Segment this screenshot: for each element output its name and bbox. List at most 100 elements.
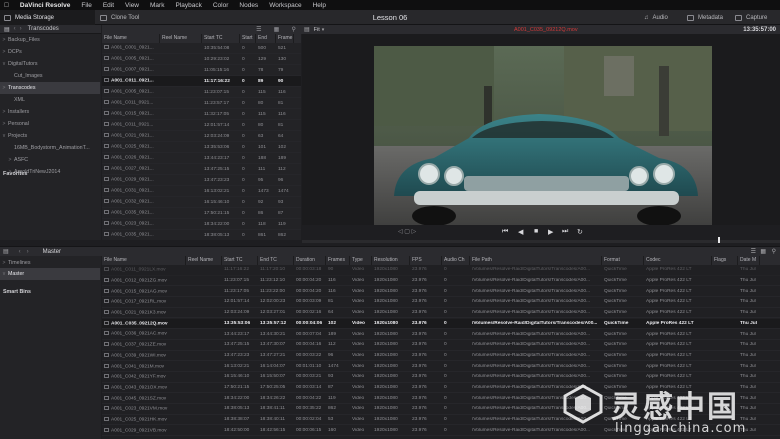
column-header[interactable]: End (256, 34, 276, 43)
menu-help[interactable]: Help (313, 2, 326, 9)
expand-arrow-icon[interactable]: > (0, 109, 8, 115)
table-row[interactable]: A001_C037_0921ZE.mov 13:47:25:15 13:47:30:… (102, 340, 780, 351)
table-row[interactable]: A001_C023_0921... 18:34:22:00 0 118 119 (102, 219, 301, 230)
column-header[interactable]: Flags (712, 256, 738, 265)
pool-toggle-icon[interactable]: ▤ (3, 248, 9, 255)
storage-tree-item[interactable]: > Backup_Files (0, 34, 100, 46)
column-header[interactable]: Codec (644, 256, 712, 265)
scrubber-bar[interactable] (302, 237, 780, 243)
app-menu[interactable]: DaVinci Resolve (20, 2, 70, 9)
menu-file[interactable]: File (81, 2, 91, 9)
search-icon[interactable]: ⚲ (291, 26, 295, 33)
column-header[interactable]: End TC (258, 256, 294, 265)
expand-arrow-icon[interactable]: > (0, 49, 8, 55)
table-row[interactable]: A001_C011_0921... 12:01:57:14 0 80 81 (102, 120, 301, 131)
table-row[interactable]: A001_C021_0921K3.mov 12:03:24:09 12:03:27:… (102, 308, 780, 319)
column-header[interactable]: Start TC (202, 34, 240, 43)
menu-workspace[interactable]: Workspace (269, 2, 301, 9)
menu-view[interactable]: View (125, 2, 139, 9)
column-header[interactable]: Reel Name (160, 34, 202, 43)
clone-tool-button[interactable]: Clone Tool (100, 10, 139, 25)
column-header[interactable]: Audio Ch (442, 256, 470, 265)
pool-forward-icon[interactable]: › (27, 249, 29, 255)
column-header[interactable]: File Name (102, 256, 186, 265)
table-row[interactable]: A001_C039_0921WI.mov 13:47:23:23 13:47:27:… (102, 351, 780, 362)
table-row[interactable]: A001_C007_0921... 11:05:15:16 0 78 79 (102, 65, 301, 76)
table-row[interactable]: A001_C017_0921RL.mov 12:01:57:14 12:02:00:… (102, 297, 780, 308)
storage-tree-item[interactable]: > Personal (0, 118, 100, 130)
apple-logo-icon[interactable]:  (4, 2, 9, 9)
menu-mark[interactable]: Mark (150, 2, 164, 9)
table-row[interactable]: A001_C015_0921AG.mov 11:23:17:05 11:23:22:… (102, 286, 780, 298)
skip-to-end-icon[interactable]: ⏭ (562, 228, 568, 236)
table-row[interactable]: A001_C011_0921... 11:23:57:17 0 80 81 (102, 98, 301, 109)
table-row[interactable]: A001_C031_0921... 16:13:02:21 0 1473 1474 (102, 186, 301, 197)
table-row[interactable]: A001_C029_0921... 13:47:23:23 0 95 96 (102, 175, 301, 186)
column-header[interactable]: Frames (326, 256, 350, 265)
storage-tree-item[interactable]: Cut_Images (0, 70, 100, 82)
storage-tree-item[interactable]: v DigitalTutors (0, 58, 100, 70)
pool-search-icon[interactable]: ⚲ (772, 248, 776, 255)
storage-tree-item[interactable]: > Transcodes (0, 82, 100, 94)
table-row[interactable]: A001_C036_0921AC.mov 13:44:23:17 13:44:30:… (102, 329, 780, 340)
column-header[interactable]: Format (602, 256, 644, 265)
table-row[interactable]: A001_C041_0921M.mov 16:13:02:21 16:14:04:0… (102, 361, 780, 372)
storage-tree-item[interactable]: v Projects (0, 130, 100, 142)
table-row[interactable]: A001_C035_0921... 17:50:21:15 0 86 87 (102, 208, 301, 219)
table-row[interactable]: A001_C025_0921... 13:35:53:06 0 101 102 (102, 142, 301, 153)
storage-tree-item[interactable]: 16MB_Bodystorm_AnimationT... (0, 142, 100, 154)
storage-tree-item[interactable]: > Installers (0, 106, 100, 118)
menu-edit[interactable]: Edit (103, 2, 114, 9)
fit-chevron-icon[interactable]: ▾ (322, 27, 325, 33)
skip-to-start-icon[interactable]: ⏮ (502, 228, 508, 236)
column-header[interactable]: Frame (276, 34, 294, 43)
expand-arrow-icon[interactable]: > (0, 85, 8, 91)
stop-icon[interactable]: ■ (534, 228, 538, 235)
column-header[interactable]: Resolution (372, 256, 410, 265)
table-row[interactable]: A001_C026_0921... 13:44:23:17 0 188 189 (102, 153, 301, 164)
play-icon[interactable]: ▶ (548, 228, 553, 236)
menu-playback[interactable]: Playback (175, 2, 201, 9)
jog-frame-icon[interactable]: ◁ ▢ ▷ (398, 228, 416, 235)
reverse-play-icon[interactable]: ◀ (518, 228, 523, 236)
list-view-icon[interactable]: ☰ (256, 26, 261, 33)
expand-arrow-icon[interactable]: > (6, 157, 14, 163)
column-header[interactable]: Start TC (222, 256, 258, 265)
column-header[interactable]: Duration (294, 256, 326, 265)
expand-arrow-icon[interactable]: v (0, 271, 8, 277)
back-arrow-icon[interactable]: ‹ (14, 26, 16, 32)
sidebar-item-master[interactable]: v Master (0, 268, 100, 280)
viewer-toggle-icon[interactable]: ▤ (304, 26, 310, 33)
table-row[interactable]: A001_C005_0921... 10:29:23:02 0 129 130 (102, 54, 301, 65)
table-row[interactable]: A001_C027_0921... 13:47:25:15 0 111 112 (102, 164, 301, 175)
column-header[interactable]: Type (350, 256, 372, 265)
expand-arrow-icon[interactable]: > (0, 260, 8, 266)
metadata-button[interactable]: Metadata (687, 10, 723, 25)
table-row[interactable]: A001_C015_0921... 11:32:17:05 0 115 116 (102, 109, 301, 120)
table-row[interactable]: A001_C035_0921... 18:38:05:13 0 861 862 (102, 230, 301, 240)
column-header[interactable]: File Path (470, 256, 602, 265)
menu-color[interactable]: Color (213, 2, 229, 9)
expand-arrow-icon[interactable]: > (0, 121, 8, 127)
audio-button[interactable]: ♫ Audio (644, 10, 668, 25)
forward-arrow-icon[interactable]: › (20, 26, 22, 32)
table-row[interactable]: A001_C005_0921... 11:23:07:15 0 115 116 (102, 87, 301, 98)
expand-arrow-icon[interactable]: v (0, 133, 8, 139)
menu-nodes[interactable]: Nodes (239, 2, 258, 9)
loop-icon[interactable]: ↻ (577, 228, 583, 236)
storage-tree-item[interactable]: > DCPs (0, 46, 100, 58)
panel-toggle-icon[interactable]: ▤ (4, 26, 10, 33)
fit-dropdown[interactable]: Fit (314, 27, 320, 33)
expand-arrow-icon[interactable]: v (0, 61, 8, 67)
table-row[interactable]: A001_C012_0921ZG.mov 11:23:07:15 11:23:12:… (102, 276, 780, 287)
storage-tree-item[interactable]: XML (0, 94, 100, 106)
grid-view-icon[interactable]: ▦ (274, 26, 280, 33)
table-row[interactable]: A001_C011_0921... 11:17:16:22 0 89 90 (102, 76, 301, 87)
capture-button[interactable]: Capture (735, 10, 767, 25)
expand-arrow-icon[interactable]: > (0, 37, 8, 43)
table-row[interactable]: A001_C032_0921... 16:15:46:10 0 92 93 (102, 197, 301, 208)
column-header[interactable]: Start (240, 34, 256, 43)
column-header[interactable]: Date M (738, 256, 760, 265)
pool-list-view-icon[interactable]: ☰ (751, 248, 756, 255)
storage-tree-item[interactable]: > ASFC (0, 154, 100, 166)
